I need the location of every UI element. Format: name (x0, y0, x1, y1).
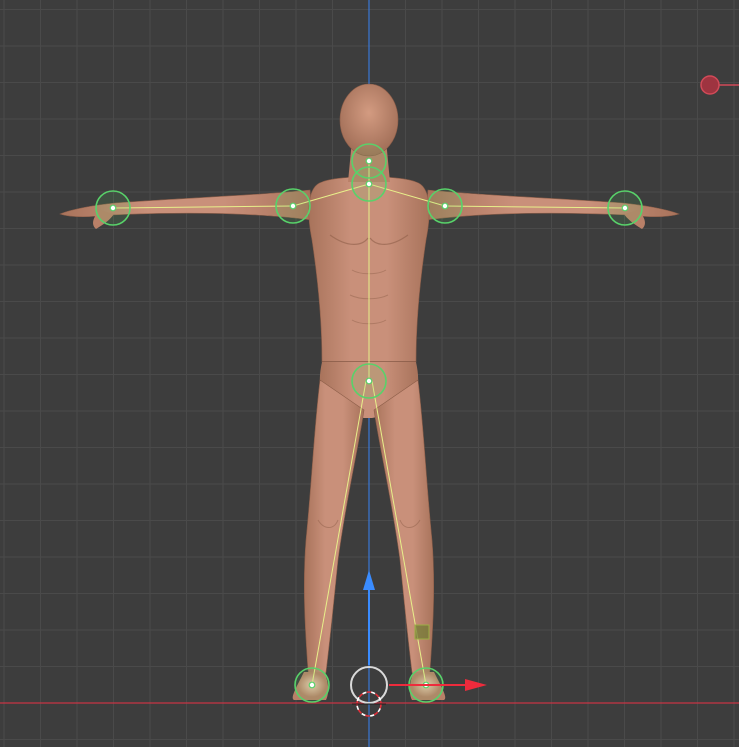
joint-left-ankle-dot (308, 681, 316, 689)
gizmo-up-arrow-icon[interactable] (363, 570, 375, 590)
viewport-canvas[interactable] (0, 0, 739, 747)
3d-viewport[interactable] (0, 0, 739, 747)
left-leg[interactable] (303, 379, 365, 682)
joint-neck-dot (365, 157, 373, 165)
joint-chest-dot (365, 180, 373, 188)
ik-pole-handle[interactable] (414, 624, 430, 640)
joint-right-shoulder-dot (441, 202, 449, 210)
joint-right-wrist-dot (621, 204, 629, 212)
joint-left-wrist-dot (109, 204, 117, 212)
joint-left-shoulder-dot (289, 202, 297, 210)
gizmo-right-arrow-icon[interactable] (465, 679, 487, 691)
joint-hips-dot (365, 377, 373, 385)
light-object-icon[interactable] (700, 75, 739, 95)
